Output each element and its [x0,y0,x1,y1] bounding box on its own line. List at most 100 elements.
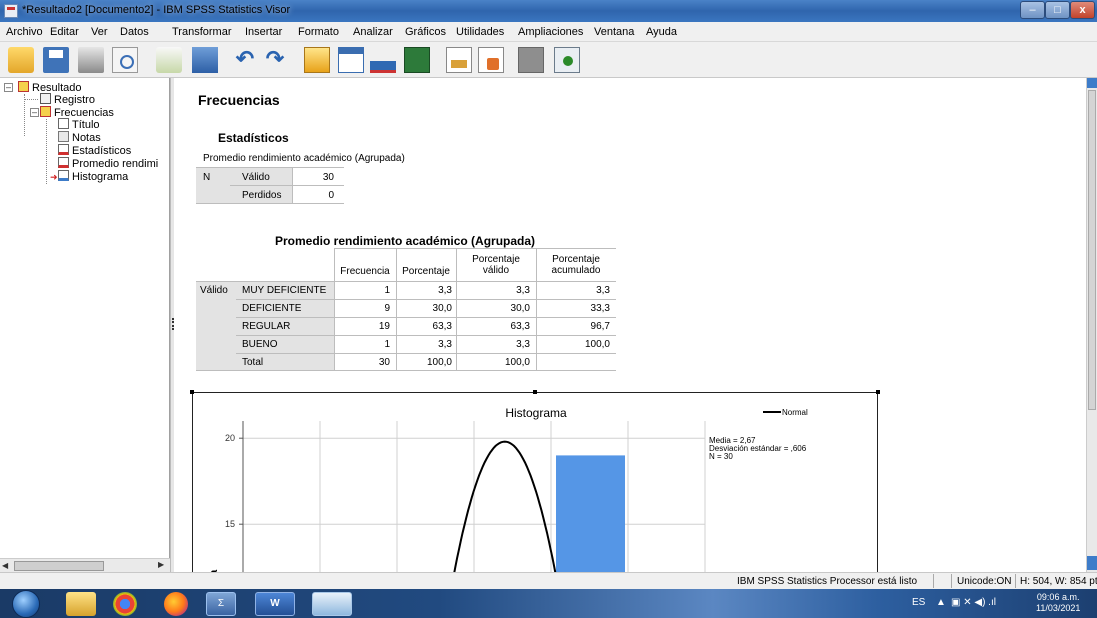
freq-cell-pct: 63,3 [432,321,452,332]
freq-col-header: válido [482,265,510,276]
minimize-button[interactable]: – [1020,1,1045,19]
tree-item-titulo[interactable]: Título [58,118,100,131]
sigma-app-icon[interactable]: Σ [206,592,236,616]
resize-handle[interactable] [876,390,880,394]
status-separator [933,574,934,588]
insert-chart-icon[interactable] [370,47,396,73]
file-explorer-icon[interactable] [66,592,96,616]
menu-transformar[interactable]: Transformar [172,26,232,38]
freq-row-group: Válido [200,285,228,296]
freq-cell-valid: 3,3 [516,339,530,350]
freq-cell-valid: 63,3 [510,321,530,332]
tree-item-notas[interactable]: Notas [58,131,101,144]
menu-datos[interactable]: Datos [120,26,149,38]
menu-ventana[interactable]: Ventana [594,26,634,38]
collapse-frecuencias-icon[interactable]: – [30,108,39,117]
outline-hscrollbar[interactable]: ◀ ▶ [0,558,170,572]
book-icon [40,106,51,117]
tree-label: Notas [72,132,101,144]
menu-archivo[interactable]: Archivo [6,26,43,38]
freq-col-header: Porcentaje [472,254,520,265]
menu-ver[interactable]: Ver [91,26,108,38]
scroll-thumb[interactable] [1088,90,1096,410]
print-preview-icon[interactable] [112,47,138,73]
freq-cell-valid: 30,0 [510,303,530,314]
save-icon[interactable] [43,47,69,73]
undo-icon[interactable]: ↶ [232,47,258,73]
menu-utilidades[interactable]: Utilidades [456,26,504,38]
add-icon[interactable] [554,47,580,73]
log-icon [40,93,51,104]
maps-app-icon[interactable] [312,592,352,616]
chrome-icon[interactable] [113,592,137,616]
insert-table-icon[interactable] [338,47,364,73]
firefox-icon[interactable] [164,592,188,616]
processor-status: IBM SPSS Statistics Processor está listo [737,576,918,587]
system-clock[interactable]: 09:06 a.m. 11/03/2021 [1036,592,1080,614]
freq-cell-freq: 19 [378,321,390,332]
print-icon[interactable] [78,47,104,73]
scroll-thumb[interactable] [14,561,104,571]
freq-col-rule [334,249,335,371]
close-button[interactable]: x [1070,1,1095,19]
menu-editar[interactable]: Editar [50,26,79,38]
tray-expand-icon[interactable]: ▲ [936,597,946,608]
histogram-bar [556,455,625,572]
stats-table-subtitle: Promedio rendimiento académico (Agrupada… [203,153,405,164]
tree-item-histograma[interactable]: Histograma [58,170,128,183]
freq-cell-freq: 1 [384,285,390,296]
menu-analizar[interactable]: Analizar [353,26,393,38]
word-icon[interactable]: W [255,592,295,616]
insert-doc-icon[interactable] [446,47,472,73]
goto-variable-icon[interactable] [304,47,330,73]
histogram-chart[interactable]: 15 20 Histograma Normal Media = 2,67 Desviaci… [192,392,878,572]
toolbar: ↶ ↷ [0,42,1097,78]
freq-col-header: acumulado [551,265,601,276]
open-folder-icon[interactable] [8,47,34,73]
freq-cell-cum: 3,3 [596,285,610,296]
maximize-button[interactable]: □ [1045,1,1070,19]
resize-handle[interactable] [190,390,194,394]
tray-icons[interactable]: ▣ ✕ ◀) .ıl [951,597,996,608]
menu-graficos[interactable]: Gráficos [405,26,446,38]
collapse-root-icon[interactable]: – [4,83,13,92]
scroll-left-icon[interactable]: ◀ [2,561,12,571]
menu-ayuda[interactable]: Ayuda [646,26,677,38]
freq-row-label: MUY DEFICIENTE [242,285,327,296]
title-bar: *Resultado2 [Documento2] - IBM SPSS Stat… [0,0,1097,22]
export-icon[interactable] [156,47,182,73]
freq-col-rule [396,249,397,371]
redo-icon[interactable]: ↷ [262,47,288,73]
tree-item-estadisticos[interactable]: Estadísticos [58,144,131,157]
tree-item-promedio[interactable]: Promedio rendimi [58,157,158,170]
language-indicator[interactable]: ES [912,597,925,608]
menu-ampliaciones[interactable]: Ampliaciones [518,26,583,38]
page-size-status: H: 504, W: 854 pt. [1020,576,1097,587]
tree-item-registro[interactable]: Registro [40,93,95,106]
table-icon [58,157,69,168]
tree-connector [24,99,38,100]
insert-script-icon[interactable] [478,47,504,73]
window-title: *Resultado2 [Documento2] - IBM SPSS Stat… [22,4,291,16]
normal-curve [453,440,557,572]
chart-title: Histograma [505,406,567,420]
scroll-down-icon[interactable] [1087,556,1097,570]
insert-output-icon[interactable] [404,47,430,73]
start-button[interactable] [12,590,40,618]
tree-label: Registro [54,94,95,106]
scroll-up-icon[interactable] [1087,78,1097,88]
scroll-right-icon[interactable]: ▶ [158,560,168,570]
freq-cell-valid: 3,3 [516,285,530,296]
current-item-arrow-icon: ➜ [50,172,58,182]
output-vscrollbar[interactable] [1086,78,1097,572]
freq-cell-pct: 3,3 [438,285,452,296]
y-tick-label: 15 [225,519,235,529]
taskbar: Σ W ES ▲ ▣ ✕ ◀) .ıl 09:06 a.m. 11/03/202… [0,589,1097,618]
histogram-svg: 1520Histograma NormalMedia = 2,67Desviaci… [208,406,808,572]
resize-handle[interactable] [533,390,537,394]
menu-insertar[interactable]: Insertar [245,26,282,38]
freq-row-rule [236,299,616,300]
freq-cell-valid: 100,0 [504,357,530,368]
menu-formato[interactable]: Formato [298,26,339,38]
goto-data-icon[interactable] [192,47,218,73]
